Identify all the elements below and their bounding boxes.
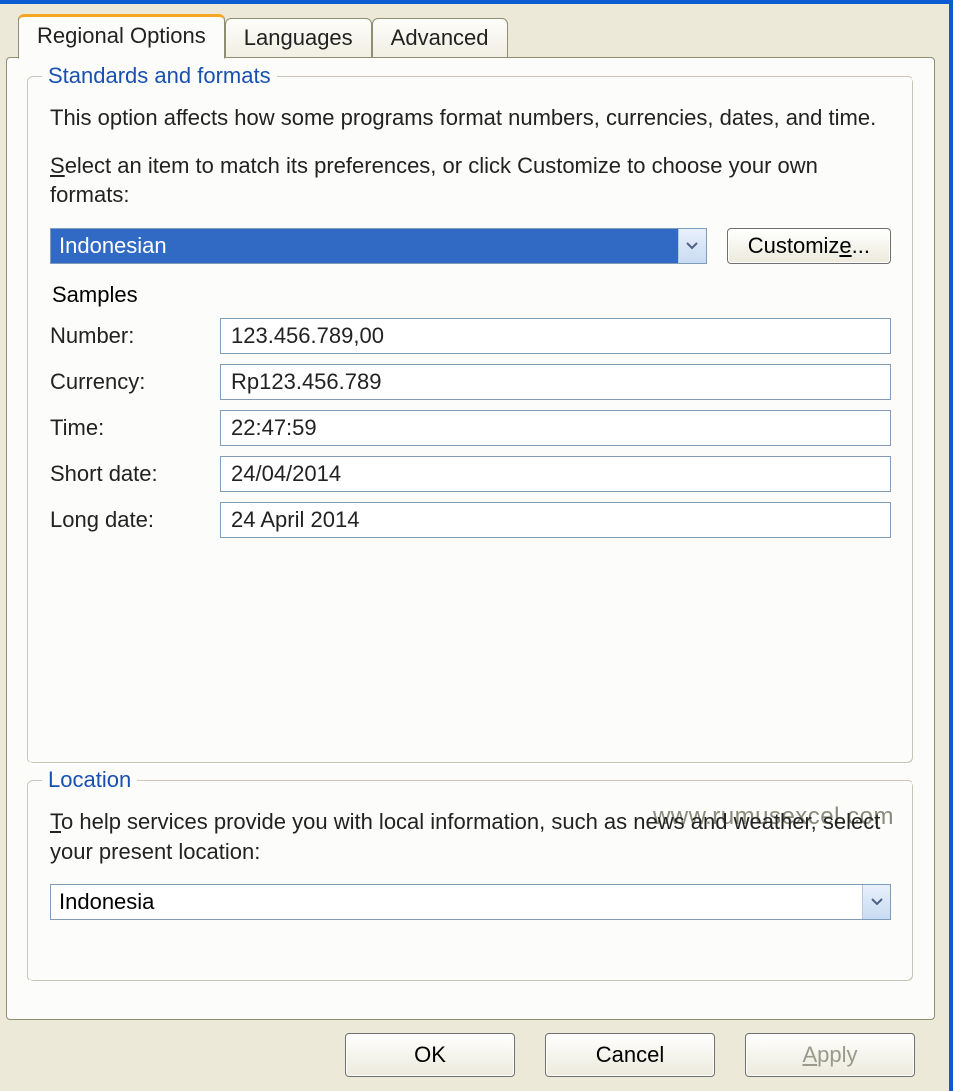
dialog-window: Regional Options Languages Advanced Stan… [0, 0, 953, 1091]
group-location: Location To help services provide you wi… [27, 780, 914, 982]
format-combobox-value: Indonesian [51, 229, 678, 263]
location-combobox[interactable]: Indonesia [50, 884, 891, 920]
ok-button[interactable]: OK [345, 1033, 515, 1077]
chevron-down-icon [871, 898, 883, 906]
field-time: 22:47:59 [220, 410, 891, 446]
customize-button[interactable]: Customize... [727, 228, 891, 264]
format-combobox[interactable]: Indonesian [50, 228, 707, 264]
chevron-down-icon [686, 242, 698, 250]
tab-languages[interactable]: Languages [225, 18, 372, 58]
select-text: elect an item to match its preferences, … [50, 153, 818, 208]
tab-page-regional: Standards and formats This option affect… [6, 57, 935, 1020]
tab-advanced[interactable]: Advanced [372, 18, 508, 58]
format-combobox-button[interactable] [678, 229, 706, 263]
field-number: 123.456.789,00 [220, 318, 891, 354]
location-description: To help services provide you with local … [50, 807, 891, 866]
sample-row-short-date: Short date: 24/04/2014 [50, 456, 891, 492]
location-combobox-value: Indonesia [51, 885, 862, 919]
customize-label: Customiz [748, 233, 840, 259]
tab-strip: Regional Options Languages Advanced [18, 14, 935, 58]
cancel-button[interactable]: Cancel [545, 1033, 715, 1077]
group-title-location: Location [42, 767, 137, 793]
format-select-row: Indonesian Customize... [50, 228, 891, 264]
standards-select-instruction: Select an item to match its preferences,… [50, 151, 891, 210]
label-currency: Currency: [50, 369, 220, 395]
field-currency: Rp123.456.789 [220, 364, 891, 400]
location-accelerator: T [50, 809, 61, 834]
apply-button[interactable]: Apply [745, 1033, 915, 1077]
customize-ellipsis: ... [852, 233, 870, 259]
label-number: Number: [50, 323, 220, 349]
location-combobox-button[interactable] [862, 885, 890, 919]
sample-row-long-date: Long date: 24 April 2014 [50, 502, 891, 538]
label-short-date: Short date: [50, 461, 220, 487]
label-time: Time: [50, 415, 220, 441]
customize-accelerator: e [839, 233, 851, 259]
location-desc-text: o help services provide you with local i… [50, 809, 880, 864]
field-short-date: 24/04/2014 [220, 456, 891, 492]
dialog-button-bar: OK Cancel Apply [345, 1033, 915, 1077]
select-accelerator: S [50, 153, 65, 178]
tab-regional-options[interactable]: Regional Options [18, 14, 225, 59]
sample-row-currency: Currency: Rp123.456.789 [50, 364, 891, 400]
group-title-standards: Standards and formats [42, 63, 277, 89]
standards-description: This option affects how some programs fo… [50, 103, 891, 133]
apply-accelerator: A [802, 1042, 817, 1068]
label-long-date: Long date: [50, 507, 220, 533]
sample-row-number: Number: 123.456.789,00 [50, 318, 891, 354]
apply-rest: pply [817, 1042, 857, 1068]
sample-row-time: Time: 22:47:59 [50, 410, 891, 446]
samples-heading: Samples [52, 282, 891, 308]
field-long-date: 24 April 2014 [220, 502, 891, 538]
group-standards-formats: Standards and formats This option affect… [27, 76, 914, 764]
